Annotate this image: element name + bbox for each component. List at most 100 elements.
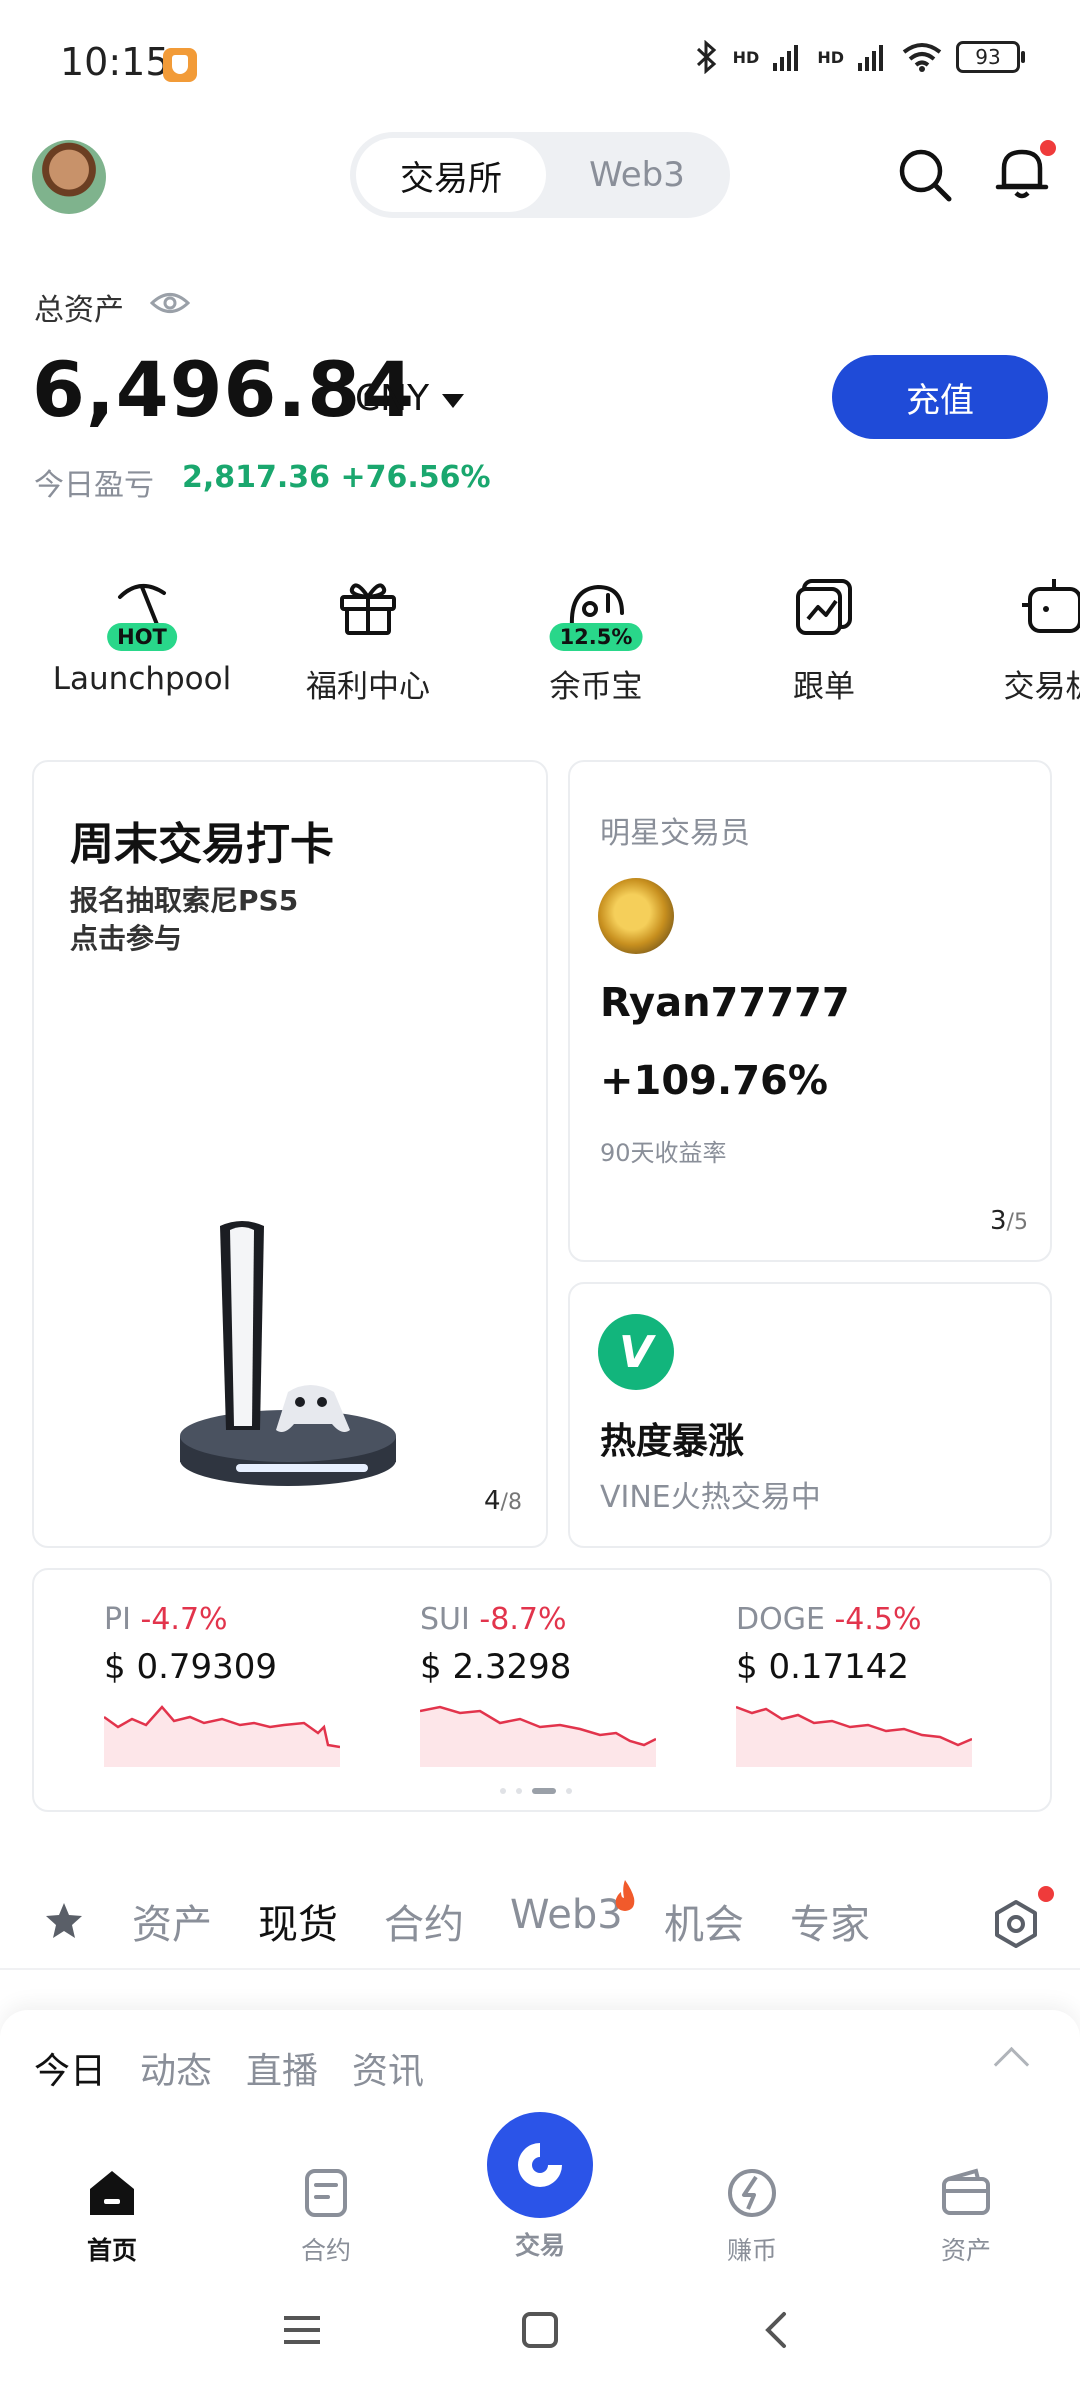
promo-page-indicator: 4/8 <box>484 1486 522 1516</box>
ticker-symbol: PI <box>104 1602 131 1637</box>
shortcut-bot[interactable]: 交易机 <box>950 575 1080 706</box>
favorites-star-icon[interactable] <box>44 1900 84 1940</box>
security-shield-icon <box>163 48 197 82</box>
nav-futures[interactable]: 合约 <box>256 2165 396 2267</box>
carousel-dot <box>516 1788 522 1794</box>
search-icon[interactable] <box>895 145 955 205</box>
shortcut-copytrade[interactable]: 跟单 <box>724 575 924 706</box>
pnl-value: 2,817.36 +76.56% <box>182 460 491 495</box>
promo-subtitle: 报名抽取索尼PS5 点击参与 <box>70 882 298 958</box>
wifi-icon <box>902 43 942 72</box>
ticker-price: $ 0.79309 <box>104 1647 278 1687</box>
settings-hex-icon[interactable] <box>990 1898 1042 1950</box>
tab-exchange[interactable]: 交易所 <box>356 138 546 212</box>
bottom-nav: 首页 合约 交易 赚币 资产 <box>0 2112 1080 2270</box>
tab-opportunities[interactable]: 机会 <box>664 1892 744 1950</box>
sheet-tab-feed[interactable]: 动态 <box>140 2042 212 2094</box>
avatar[interactable] <box>32 140 106 214</box>
tab-web3[interactable]: Web3 <box>550 138 724 212</box>
ticker-change: -8.7% <box>479 1602 567 1637</box>
status-bar: 10:15 HD HD 93 <box>0 0 1080 130</box>
sheet-tab-news[interactable]: 资讯 <box>352 2042 424 2094</box>
copytrade-icon <box>792 575 856 639</box>
carousel-dots <box>500 1788 572 1794</box>
clock: 10:15 <box>60 40 170 84</box>
ticker-symbol: SUI <box>420 1602 470 1637</box>
back-icon[interactable] <box>756 2310 796 2350</box>
ticker-price: $ 2.3298 <box>420 1647 572 1687</box>
caret-down-icon[interactable] <box>442 394 464 408</box>
earn-icon <box>728 2169 776 2217</box>
rate-badge: 12.5% <box>549 623 643 651</box>
star-trader-title: 明星交易员 <box>600 816 750 851</box>
trending-subtitle: VINE火热交易中 <box>600 1480 821 1515</box>
signal-icon-2 <box>858 45 883 71</box>
wallet-icon <box>942 2168 990 2215</box>
shortcut-launchpool[interactable]: HOT Launchpool <box>42 575 242 697</box>
ticker-pi[interactable]: PI -4.7% $ 0.79309 <box>103 1602 344 1771</box>
savings-icon: 12.5% <box>549 575 643 651</box>
nav-trade-button[interactable] <box>487 2112 593 2218</box>
promo-page-current: 4 <box>484 1486 501 1516</box>
home-square-icon[interactable] <box>520 2310 560 2350</box>
exchange-web3-toggle[interactable]: 交易所 Web3 <box>350 132 730 218</box>
chevron-up-icon[interactable] <box>993 2046 1030 2083</box>
contract-icon <box>305 2169 347 2217</box>
promo-sub-line2: 点击参与 <box>70 922 183 955</box>
shortcut-label: 福利中心 <box>306 669 430 705</box>
shortcut-rewards[interactable]: 福利中心 <box>268 575 468 706</box>
ticker-change: -4.7% <box>140 1602 228 1637</box>
carousel-dot <box>566 1788 572 1794</box>
eye-icon[interactable] <box>150 288 190 318</box>
ticker-price: $ 0.17142 <box>736 1647 910 1687</box>
nav-trade-label: 交易 <box>514 2231 565 2260</box>
feed-sheet[interactable]: 今日 动态 直播 资讯 <box>0 2010 1080 2120</box>
divider <box>0 1968 1080 1970</box>
nav-label: 首页 <box>86 2236 137 2265</box>
nav-home[interactable]: 首页 <box>42 2165 182 2267</box>
ticker-doge[interactable]: DOGE -4.5% $ 0.17142 <box>735 1602 976 1771</box>
sparkline <box>419 1705 657 1767</box>
system-nav-bar <box>0 2280 1080 2400</box>
promo-page-total: /8 <box>500 1490 522 1515</box>
settings-notification-dot <box>1038 1886 1054 1902</box>
sparkline <box>103 1705 341 1767</box>
shortcut-label: 余币宝 <box>549 669 643 705</box>
tab-assets[interactable]: 资产 <box>132 1892 212 1950</box>
market-tabs: 资产 现货 合约 Web3 机会 专家 <box>0 1880 1080 1970</box>
shortcut-savings[interactable]: 12.5% 余币宝 <box>496 575 696 706</box>
promo-title: 周末交易打卡 <box>70 819 334 870</box>
ticker-sui[interactable]: SUI -8.7% $ 2.3298 <box>419 1602 660 1771</box>
pickaxe-icon: HOT <box>107 575 177 651</box>
nav-label: 资产 <box>940 2236 991 2265</box>
shortcut-label: 跟单 <box>793 669 855 705</box>
tab-futures[interactable]: 合约 <box>384 1892 464 1950</box>
hot-badge: HOT <box>107 623 177 651</box>
ticker-symbol: DOGE <box>736 1602 825 1637</box>
currency-selector[interactable]: CNY <box>355 378 429 419</box>
bot-icon <box>1018 575 1080 639</box>
nav-label: 赚币 <box>726 2236 777 2265</box>
hd-label: HD <box>732 47 760 67</box>
carousel-dot-active <box>532 1788 556 1794</box>
trending-title: 热度暴涨 <box>600 1421 745 1462</box>
menu-icon[interactable] <box>282 2310 322 2350</box>
sheet-tab-today[interactable]: 今日 <box>34 2042 106 2094</box>
tab-spot[interactable]: 现货 <box>258 1892 338 1950</box>
trade-icon <box>518 2143 562 2187</box>
notification-dot <box>1040 140 1056 156</box>
ticker-change: -4.5% <box>834 1602 922 1637</box>
total-assets-label: 总资产 <box>34 293 124 328</box>
trader-return: +109.76% <box>600 1058 828 1104</box>
deposit-button[interactable]: 充值 <box>832 355 1048 439</box>
tab-experts[interactable]: 专家 <box>790 1892 870 1950</box>
home-icon <box>90 2171 134 2215</box>
nav-assets[interactable]: 资产 <box>896 2165 1036 2267</box>
fire-icon <box>615 1880 635 1911</box>
sheet-tab-live[interactable]: 直播 <box>246 2042 318 2094</box>
tab-web3[interactable]: Web3 <box>510 1892 623 1938</box>
nav-earn[interactable]: 赚币 <box>682 2165 822 2267</box>
trader-name: Ryan77777 <box>600 980 850 1026</box>
pnl-label: 今日盈亏 <box>34 468 154 503</box>
hd-label-2: HD <box>817 47 844 67</box>
